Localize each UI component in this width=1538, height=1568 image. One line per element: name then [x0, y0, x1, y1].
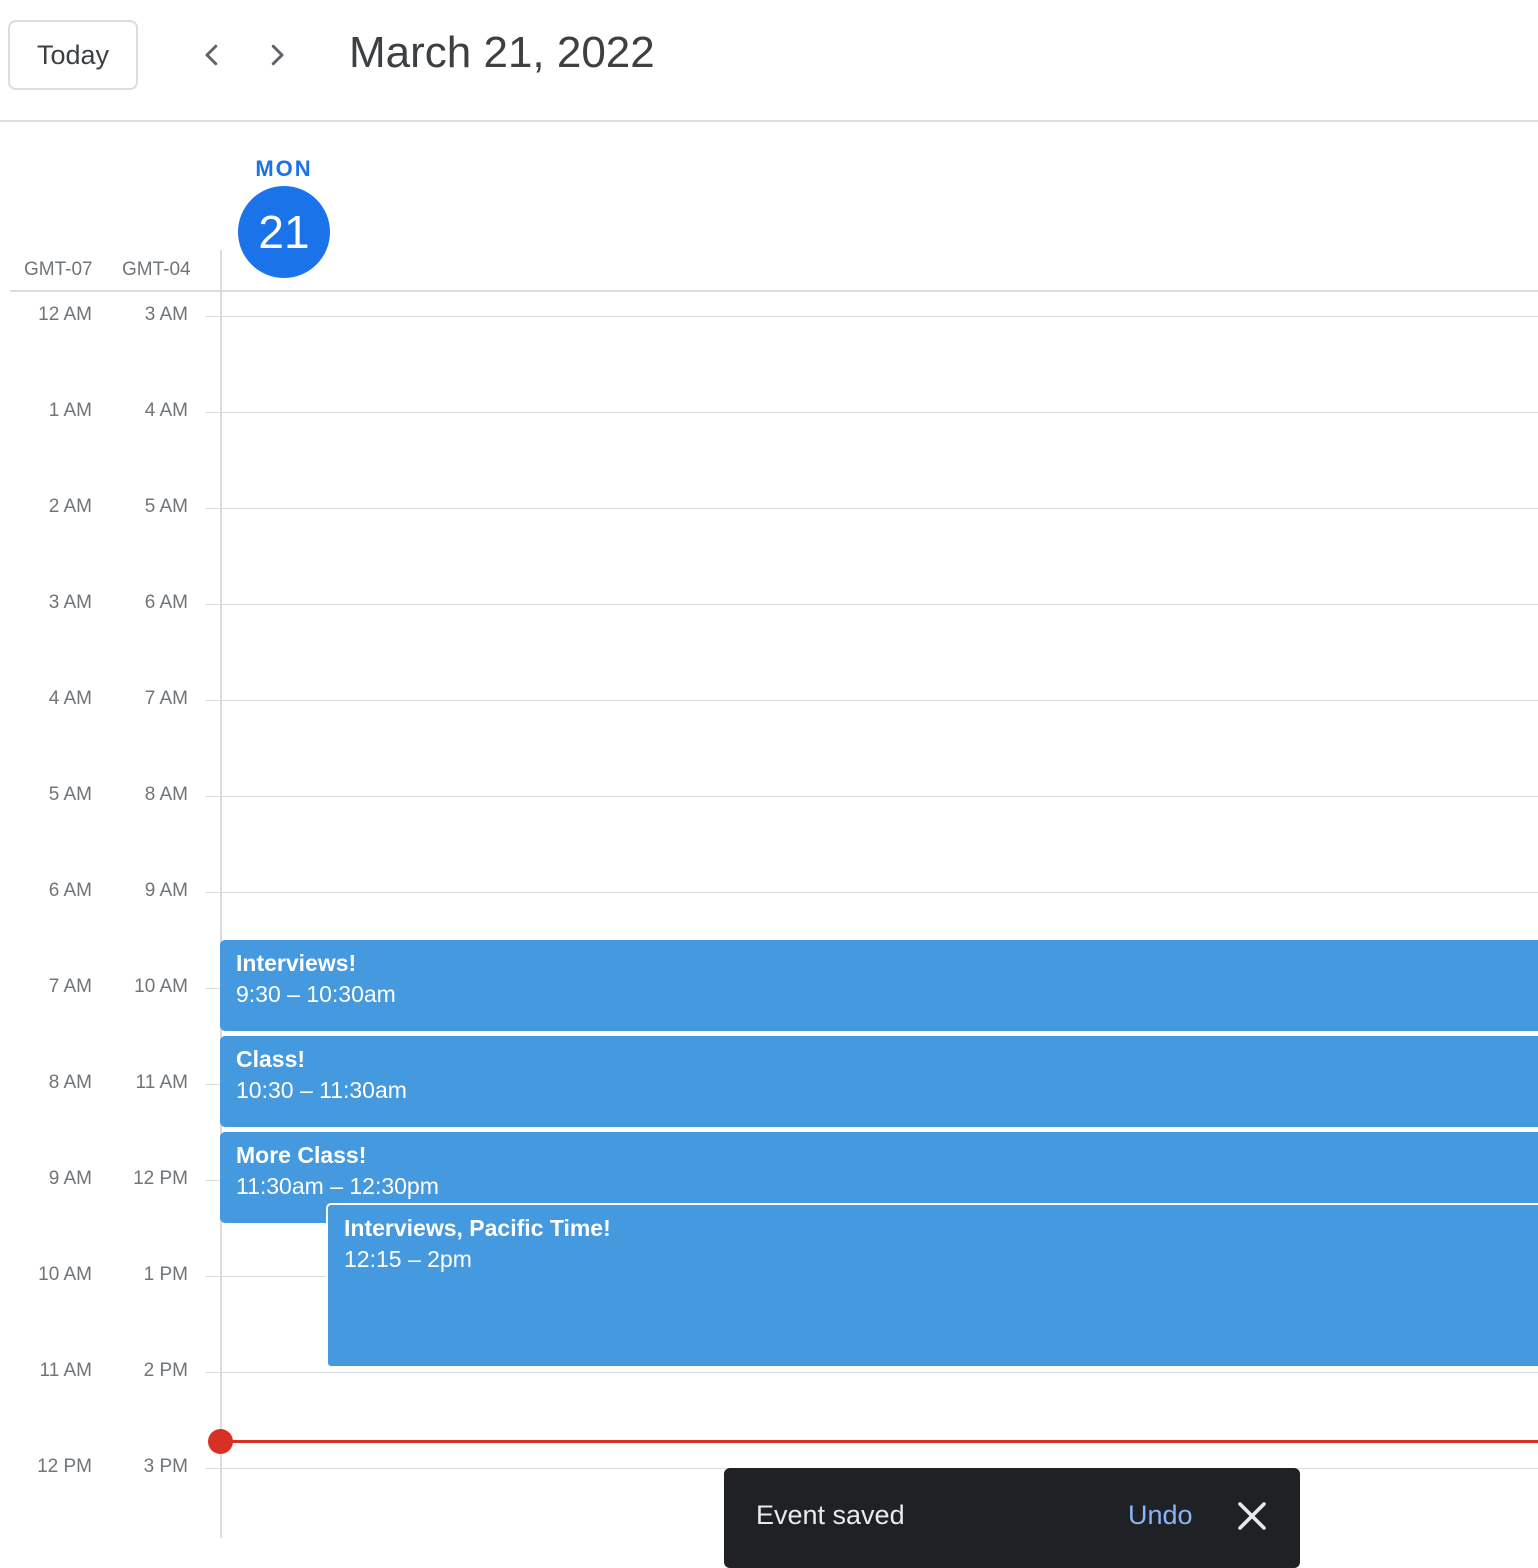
close-icon[interactable] — [1234, 1498, 1270, 1534]
time-gutter-divider — [220, 250, 222, 1538]
primary-hour-label: 12 PM — [37, 1456, 92, 1477]
previous-day-button[interactable] — [187, 30, 237, 80]
secondary-hour-label: 2 PM — [143, 1360, 188, 1381]
secondary-hour-label: 12 PM — [133, 1168, 188, 1189]
event-block[interactable]: Interviews, Pacific Time! 12:15 – 2pm — [326, 1203, 1538, 1368]
current-time-indicator — [220, 1440, 1538, 1443]
hour-row: 12 AM 3 AM — [0, 304, 1538, 325]
primary-hour-label: 12 AM — [38, 304, 92, 325]
calendar-header: Today March 21, 2022 — [0, 0, 1538, 122]
event-block[interactable]: Interviews! 9:30 – 10:30am — [220, 940, 1538, 1031]
event-title: Interviews! — [236, 950, 357, 976]
hour-gridline — [205, 412, 1538, 413]
primary-hour-label: 10 AM — [38, 1264, 92, 1285]
secondary-hour-label: 5 AM — [144, 496, 188, 517]
hour-gridline — [205, 796, 1538, 797]
day-number-badge[interactable]: 21 — [238, 186, 330, 278]
secondary-hour-label: 3 AM — [144, 304, 188, 325]
secondary-hour-label: 11 AM — [135, 1072, 188, 1093]
primary-hour-label: 5 AM — [48, 784, 92, 805]
primary-hour-label: 11 AM — [39, 1360, 92, 1381]
event-title: Class! — [236, 1046, 306, 1072]
primary-timezone-label: GMT-07 — [24, 259, 93, 280]
hour-row: 6 AM 9 AM — [0, 880, 1538, 901]
hour-row: 2 AM 5 AM — [0, 496, 1538, 517]
hour-row: 5 AM 8 AM — [0, 784, 1538, 805]
hour-gridline — [205, 1372, 1538, 1373]
hour-gridline — [205, 316, 1538, 317]
chevron-left-icon — [205, 44, 218, 66]
event-time: 9:30 – 10:30am — [236, 981, 396, 1007]
primary-hour-label: 4 AM — [48, 688, 92, 709]
event-time: 12:15 – 2pm — [344, 1246, 472, 1272]
secondary-hour-label: 8 AM — [144, 784, 188, 805]
snackbar: Event saved Undo — [724, 1468, 1300, 1568]
event-block[interactable]: Class! 10:30 – 11:30am — [220, 1036, 1538, 1127]
hour-gridline — [205, 892, 1538, 893]
secondary-hour-label: 3 PM — [143, 1456, 188, 1477]
primary-hour-label: 9 AM — [48, 1168, 92, 1189]
today-button[interactable]: Today — [8, 20, 138, 90]
event-time: 10:30 – 11:30am — [236, 1077, 407, 1103]
day-of-week-label: MON — [255, 156, 313, 181]
primary-hour-label: 2 AM — [48, 496, 92, 517]
date-title: March 21, 2022 — [349, 28, 655, 77]
event-title: Interviews, Pacific Time! — [344, 1215, 611, 1241]
secondary-hour-label: 10 AM — [134, 976, 188, 997]
chevron-right-icon — [271, 44, 284, 66]
secondary-hour-label: 7 AM — [144, 688, 188, 709]
secondary-timezone-label: GMT-04 — [122, 259, 191, 280]
secondary-hour-label: 9 AM — [144, 880, 188, 901]
hour-gridline — [205, 604, 1538, 605]
primary-hour-label: 1 AM — [48, 400, 92, 421]
event-time: 11:30am – 12:30pm — [236, 1173, 439, 1199]
primary-hour-label: 3 AM — [48, 592, 92, 613]
event-title: More Class! — [236, 1142, 367, 1168]
hour-row: 11 AM 2 PM — [0, 1360, 1538, 1381]
hour-row: 1 AM 4 AM — [0, 400, 1538, 421]
undo-button[interactable]: Undo — [1128, 1500, 1193, 1531]
grid-header-divider — [10, 290, 1538, 292]
primary-hour-label: 6 AM — [48, 880, 92, 901]
next-day-button[interactable] — [252, 30, 302, 80]
secondary-hour-label: 6 AM — [144, 592, 188, 613]
hour-gridline — [205, 508, 1538, 509]
hour-row: 3 AM 6 AM — [0, 592, 1538, 613]
secondary-hour-label: 1 PM — [143, 1264, 188, 1285]
primary-hour-label: 8 AM — [48, 1072, 92, 1093]
primary-hour-label: 7 AM — [48, 976, 92, 997]
secondary-hour-label: 4 AM — [144, 400, 188, 421]
snackbar-message: Event saved — [756, 1500, 905, 1530]
current-time-dot — [208, 1429, 233, 1454]
hour-row: 4 AM 7 AM — [0, 688, 1538, 709]
hour-gridline — [205, 700, 1538, 701]
